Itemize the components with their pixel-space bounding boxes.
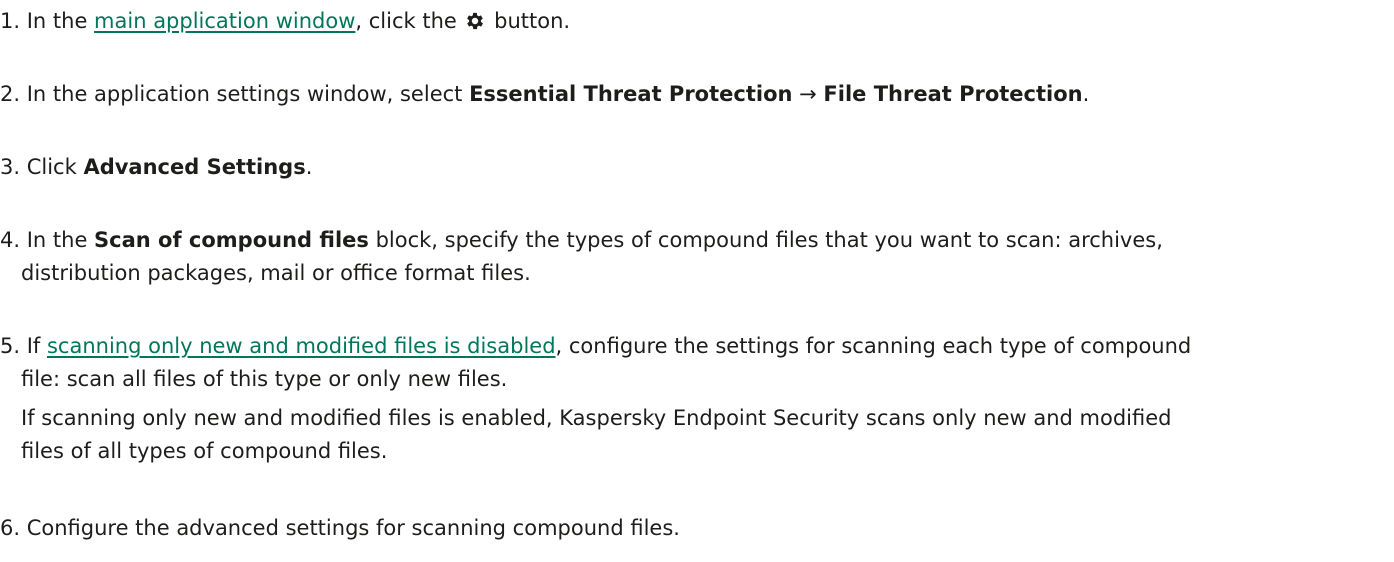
main-application-window-link[interactable]: main application window <box>94 9 355 33</box>
step-text: If <box>20 334 47 358</box>
step-number: 6. <box>0 516 21 540</box>
step-6: 6. Configure the advanced settings for s… <box>0 512 1390 545</box>
step-continuation: distribution packages, mail or office fo… <box>21 261 531 285</box>
step-text: Click <box>20 155 84 179</box>
scan-of-compound-files-label: Scan of compound files <box>94 228 369 252</box>
gear-icon <box>464 10 486 32</box>
step-text: Configure the advanced settings for scan… <box>20 516 680 540</box>
step-number: 2. <box>0 82 21 106</box>
step-text: In the application settings window, sele… <box>20 82 470 106</box>
instructions-list: 1. In the main application window, click… <box>0 0 1394 562</box>
step-text: , configure the settings for scanning ea… <box>555 334 1192 358</box>
step-text: In the <box>20 9 95 33</box>
step-line: 4. In the Scan of compound files block, … <box>0 224 1390 257</box>
step-line: 5. If scanning only new and modified fil… <box>0 330 1390 363</box>
step-text: block, specify the types of compound fil… <box>368 228 1163 252</box>
step-4: 4. In the Scan of compound files block, … <box>0 224 1390 290</box>
advanced-settings-label: Advanced Settings <box>83 155 306 179</box>
step-text: button. <box>487 9 571 33</box>
step-text: . <box>305 155 313 179</box>
essential-threat-protection-label: Essential Threat Protection <box>469 82 793 106</box>
step-number: 5. <box>0 334 21 358</box>
step-note-line: files of all types of compound files. <box>21 439 388 463</box>
file-threat-protection-label: File Threat Protection <box>823 82 1083 106</box>
step-5: 5. If scanning only new and modified fil… <box>0 330 1390 468</box>
step-2: 2. In the application settings window, s… <box>0 78 1390 111</box>
step-number: 4. <box>0 228 21 252</box>
step-continuation: file: scan all files of this type or onl… <box>21 367 508 391</box>
arrow-separator: → <box>792 82 824 106</box>
step-number: 3. <box>0 155 21 179</box>
step-note-line: If scanning only new and modified files … <box>21 406 1172 430</box>
step-1: 1. In the main application window, click… <box>0 5 1390 38</box>
step-text: In the <box>20 228 95 252</box>
scanning-new-modified-disabled-link[interactable]: scanning only new and modified files is … <box>47 334 556 358</box>
step-3: 3. Click Advanced Settings. <box>0 151 1390 184</box>
step-number: 1. <box>0 9 21 33</box>
step-text: , click the <box>355 9 464 33</box>
step-text: . <box>1082 82 1090 106</box>
